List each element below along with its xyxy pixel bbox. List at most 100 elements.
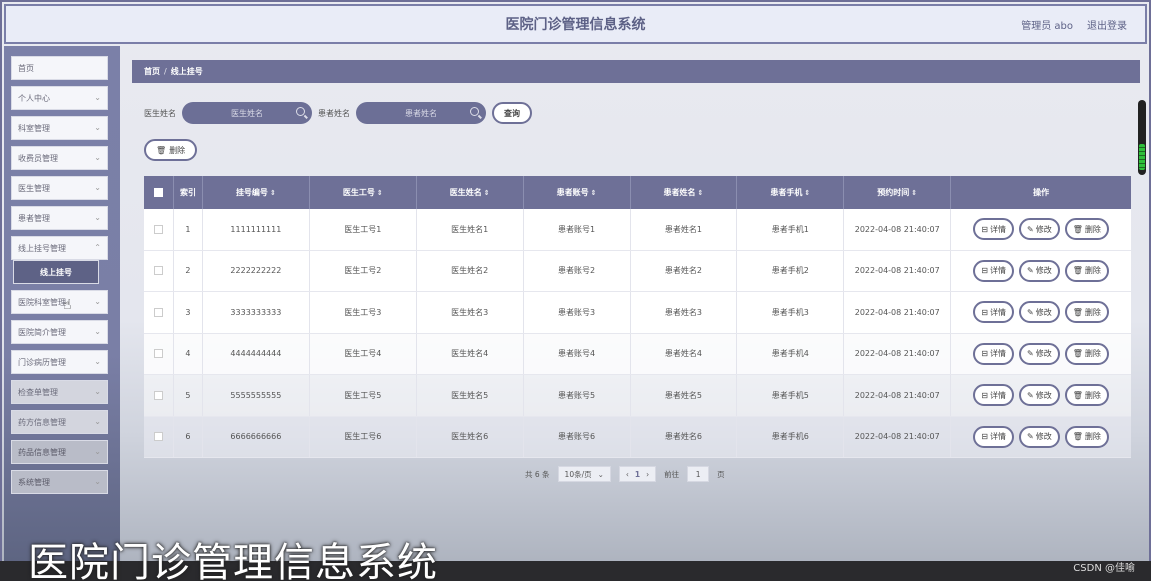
- edit-button[interactable]: ✎ 修改: [1019, 425, 1060, 448]
- sidebar-item-label: 门诊病历管理: [18, 357, 66, 367]
- current-page[interactable]: 1: [635, 470, 640, 479]
- sidebar-item-home[interactable]: 首页: [11, 56, 108, 80]
- sidebar-item-hospital-intro[interactable]: 医院简介管理 ⌄: [11, 320, 108, 344]
- chevron-down-icon: ⌄: [94, 297, 101, 306]
- row-checkbox-cell: [144, 416, 174, 457]
- row-checkbox[interactable]: [153, 432, 163, 442]
- delete-button[interactable]: 🗑 删除: [1064, 425, 1109, 448]
- breadcrumb-home[interactable]: 首页: [144, 66, 160, 77]
- column-header-doctor-id[interactable]: 医生工号 ⇕: [310, 176, 417, 209]
- sidebar-item-label: 药方信息管理: [18, 417, 66, 427]
- detail-button[interactable]: ⊟ 详情: [973, 384, 1014, 407]
- sidebar-item-department[interactable]: 科室管理 ⌄: [11, 116, 108, 140]
- detail-button[interactable]: ⊟ 详情: [973, 259, 1014, 282]
- query-button[interactable]: 查询: [492, 102, 532, 124]
- sidebar-item-drug-info[interactable]: 药品信息管理 ⌄: [11, 440, 108, 464]
- prev-page-icon[interactable]: ‹: [626, 470, 629, 479]
- row-checkbox-cell: [144, 375, 174, 416]
- sidebar-item-label: 医院科室管理: [18, 297, 66, 307]
- watermark: CSDN @佳喻: [1073, 563, 1135, 574]
- sidebar-item-label: 药品信息管理: [18, 447, 66, 457]
- detail-button[interactable]: ⊟ 详情: [973, 425, 1014, 448]
- edit-button[interactable]: ✎ 修改: [1019, 384, 1060, 407]
- sidebar-item-label: 医生管理: [18, 183, 50, 193]
- sidebar-item-personal-center[interactable]: 个人中心 ⌄: [11, 86, 108, 110]
- cell-doctor-id: 医生工号1: [310, 209, 417, 250]
- trash-icon: 🗑: [1072, 307, 1083, 317]
- detail-button[interactable]: ⊟ 详情: [973, 301, 1014, 324]
- column-header-patient-phone[interactable]: 患者手机 ⇕: [737, 176, 845, 209]
- sidebar-item-cashier[interactable]: 收费员管理 ⌄: [11, 146, 108, 170]
- column-header-patient-account[interactable]: 患者账号 ⇕: [524, 176, 631, 209]
- table-row: 2 2222222222 医生工号2 医生姓名2 患者账号2 患者姓名2 患者手…: [144, 250, 1131, 292]
- cell-appointment-time: 2022-04-08 21:40:07: [844, 292, 952, 333]
- column-header-reg-no[interactable]: 挂号编号 ⇕: [203, 176, 310, 209]
- sidebar-item-medical-record[interactable]: 门诊病历管理 ⌄: [11, 350, 108, 374]
- edit-button[interactable]: ✎ 修改: [1019, 259, 1060, 282]
- sidebar-item-exam-sheet[interactable]: 检查单管理 ⌄: [11, 380, 108, 404]
- column-header-appointment-time[interactable]: 预约时间 ⇕: [844, 176, 952, 209]
- chevron-down-icon: ⌄: [94, 213, 101, 222]
- row-checkbox-cell: [144, 333, 174, 374]
- cell-patient-account: 患者账号5: [524, 375, 631, 416]
- cell-actions: ⊟ 详情 ✎ 修改 🗑 删除: [951, 375, 1131, 416]
- row-checkbox[interactable]: [153, 224, 163, 234]
- sidebar-item-doctor[interactable]: 医生管理 ⌄: [11, 176, 108, 200]
- sidebar-item-prescription[interactable]: 药方信息管理 ⌄: [11, 410, 108, 434]
- delete-button[interactable]: 🗑 删除: [1064, 218, 1109, 241]
- column-header-doctor-name[interactable]: 医生姓名 ⇕: [417, 176, 524, 209]
- bulk-delete-button[interactable]: 🗑 删除: [144, 139, 198, 161]
- row-checkbox[interactable]: [153, 307, 163, 317]
- column-header-patient-name[interactable]: 患者姓名 ⇕: [631, 176, 738, 209]
- column-header-label: 患者手机: [770, 188, 803, 197]
- goto-suffix: 页: [717, 469, 725, 479]
- trash-icon: 🗑: [1072, 432, 1083, 442]
- cell-index: 2: [174, 250, 203, 291]
- sidebar-item-system[interactable]: 系统管理 ⌄: [11, 470, 108, 494]
- detail-button[interactable]: ⊟ 详情: [973, 218, 1014, 241]
- sidebar: 首页 个人中心 ⌄ 科室管理 ⌄ 收费员管理 ⌄ 医生管理 ⌄ 患者管理 ⌄ 线…: [4, 46, 120, 561]
- select-all-checkbox[interactable]: [153, 188, 163, 197]
- cell-index: 1: [174, 209, 203, 250]
- top-header: 医院门诊管理信息系统 管理员 abo 退出登录: [4, 4, 1147, 44]
- next-page-icon[interactable]: ›: [646, 470, 649, 479]
- row-checkbox[interactable]: [153, 266, 163, 276]
- scrollbar-grip[interactable]: [1139, 144, 1145, 170]
- edit-button[interactable]: ✎ 修改: [1019, 342, 1060, 365]
- sidebar-subitem-online-registration[interactable]: 线上挂号: [13, 260, 99, 284]
- detail-button[interactable]: ⊟ 详情: [973, 342, 1014, 365]
- delete-button[interactable]: 🗑 删除: [1064, 259, 1109, 282]
- edit-button[interactable]: ✎ 修改: [1019, 301, 1060, 324]
- vertical-scrollbar[interactable]: [1138, 100, 1146, 175]
- delete-button[interactable]: 🗑 删除: [1064, 384, 1109, 407]
- chevron-down-icon: ⌄: [94, 183, 101, 192]
- patient-name-label: 患者姓名: [318, 108, 350, 118]
- breadcrumb-separator: /: [164, 67, 167, 76]
- cell-patient-phone: 患者手机6: [737, 416, 845, 457]
- edit-button[interactable]: ✎ 修改: [1019, 218, 1060, 241]
- pagination-total: 共 6 条: [525, 469, 550, 479]
- row-checkbox[interactable]: [153, 390, 163, 400]
- cell-reg-no: 2222222222: [203, 250, 310, 291]
- cell-actions: ⊟ 详情 ✎ 修改 🗑 删除: [951, 417, 1131, 458]
- doctor-name-input[interactable]: 医生姓名: [182, 102, 312, 124]
- cell-patient-account: 患者账号6: [524, 416, 631, 457]
- delete-button[interactable]: 🗑 删除: [1064, 301, 1109, 324]
- sidebar-item-hospital-department[interactable]: 医院科室管理 ⌄: [11, 290, 108, 314]
- row-checkbox[interactable]: [153, 349, 163, 359]
- delete-button[interactable]: 🗑 删除: [1064, 342, 1109, 365]
- page-size-select[interactable]: 10条/页 ⌄: [557, 466, 611, 482]
- table-row: 6 6666666666 医生工号6 医生姓名6 患者账号6 患者姓名6 患者手…: [144, 416, 1131, 458]
- sidebar-item-patient[interactable]: 患者管理 ⌄: [11, 206, 108, 230]
- sort-icon: ⇕: [590, 188, 597, 197]
- goto-page-input[interactable]: 1: [687, 466, 710, 482]
- delete-label: 删除: [1084, 349, 1101, 359]
- cell-doctor-name: 医生姓名6: [417, 416, 524, 457]
- cell-patient-phone: 患者手机3: [737, 292, 845, 333]
- sidebar-item-online-registration-mgmt[interactable]: 线上挂号管理 ⌃: [11, 236, 108, 260]
- patient-name-input[interactable]: 患者姓名: [356, 102, 486, 124]
- logout-link[interactable]: 退出登录: [1087, 17, 1127, 32]
- current-user: 管理员 abo: [1021, 21, 1073, 32]
- cell-patient-phone: 患者手机4: [737, 333, 845, 374]
- page-navigator: ‹ 1 ›: [618, 466, 657, 482]
